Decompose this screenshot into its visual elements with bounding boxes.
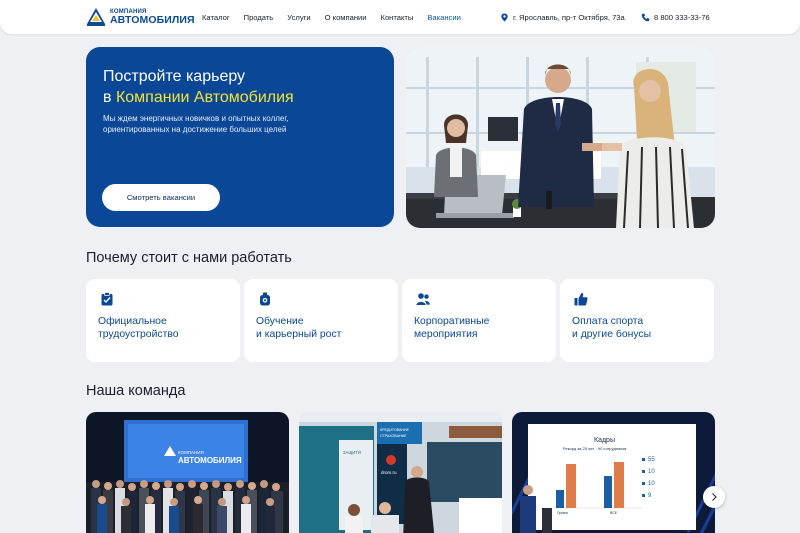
our-team-title: Наша команда xyxy=(86,383,186,399)
hero-subtitle: Мы ждем энергичных новичков и опытных ко… xyxy=(103,114,289,134)
slide-bar xyxy=(556,490,564,508)
slide-stat: 10 xyxy=(648,481,655,487)
main-nav: Каталог Продать Услуги О компании Контак… xyxy=(202,0,475,34)
slide-subtitle: Рекорд за 25 лет - 90 сотрудников xyxy=(563,446,626,451)
screen-logo-wordmark: АВТОМОБИЛИЯ xyxy=(178,456,242,465)
team-photo-office: ЗАЩИТИ КРЕДИТОВАНИЕ СТРАХОВАНИЕ drom.ru xyxy=(299,412,502,533)
why-work-with-us-title: Почему стоит с нами работать xyxy=(86,250,292,266)
logo[interactable]: КОМПАНИЯ АВТОМОБИЛИЯ xyxy=(86,6,195,28)
address-link[interactable]: г. Ярославль, пр-т Октября, 73а xyxy=(500,0,625,34)
benefit-card-official-employment: Официальное трудоустройство xyxy=(86,279,240,362)
nav-about[interactable]: О компании xyxy=(325,13,367,22)
view-vacancies-button[interactable]: Смотреть вакансии xyxy=(102,184,220,211)
benefit-label: Корпоративные мероприятия xyxy=(414,316,490,340)
phone-icon xyxy=(641,13,650,21)
nav-vacancies[interactable]: Вакансии xyxy=(427,13,460,22)
screen-logo-caption: КОМПАНИЯ xyxy=(178,450,204,455)
nav-catalog[interactable]: Каталог xyxy=(202,13,230,22)
nav-sell[interactable]: Продать xyxy=(244,13,274,22)
benefit-card-sport-bonuses: Оплата спорта и другие бонусы xyxy=(560,279,714,362)
slide-bar xyxy=(566,464,576,508)
slide-bar-label: Прием xyxy=(557,511,568,515)
booth-sign-line1: ЗАЩИТИ xyxy=(343,450,361,455)
hero-banner: Постройте карьеру в Компании Автомобилия… xyxy=(86,47,394,227)
team-office-image: ЗАЩИТИ КРЕДИТОВАНИЕ СТРАХОВАНИЕ drom.ru xyxy=(299,412,502,533)
clipboard-check-icon xyxy=(101,292,113,306)
phone-link[interactable]: 8 800 333-33-76 xyxy=(641,0,710,34)
benefit-label: Обучение и карьерный рост xyxy=(256,316,342,340)
slide-bar xyxy=(614,462,624,508)
logo-mark-icon xyxy=(87,8,105,26)
team-presentation-image: Кадры Рекорд за 25 лет - 90 сотрудников … xyxy=(512,412,715,533)
slide-stat: 10 xyxy=(648,469,655,475)
badge-icon xyxy=(260,292,270,306)
hero-title-accent: Компании Автомобилия xyxy=(115,89,294,106)
booth-sign-drom: drom.ru xyxy=(381,470,397,475)
chevron-right-icon xyxy=(712,493,717,501)
hero-office-photo xyxy=(406,47,715,228)
benefit-card-corporate-events: Корпоративные мероприятия xyxy=(402,279,556,362)
site-header: КОМПАНИЯ АВТОМОБИЛИЯ Каталог Продать Усл… xyxy=(0,0,800,34)
slide-stat: 55 xyxy=(648,457,655,463)
team-photo-group: КОМПАНИЯ АВТОМОБИЛИЯ xyxy=(86,412,289,533)
people-icon xyxy=(416,293,430,305)
location-pin-icon xyxy=(501,12,508,22)
benefit-label: Официальное трудоустройство xyxy=(98,316,179,340)
slide-bar xyxy=(604,476,612,508)
team-group-image: КОМПАНИЯ АВТОМОБИЛИЯ xyxy=(86,412,289,533)
logo-wordmark: АВТОМОБИЛИЯ xyxy=(110,13,195,26)
nav-contacts[interactable]: Контакты xyxy=(381,13,414,22)
hero-title-line1: Постройте карьеру xyxy=(103,68,246,85)
team-photo-presentation: Кадры Рекорд за 25 лет - 90 сотрудников … xyxy=(512,412,715,533)
carousel-next-button[interactable] xyxy=(703,486,725,508)
phone-text: 8 800 333-33-76 xyxy=(654,12,710,22)
booth-sign-secondary: ЗАЩИТИ xyxy=(343,450,361,455)
hero-title: Постройте карьеру в Компании Автомобилия xyxy=(103,66,383,108)
benefit-label: Оплата спорта и другие бонусы xyxy=(572,316,652,340)
slide-title: Кадры xyxy=(594,437,615,444)
thumbs-up-icon xyxy=(574,292,588,306)
office-scene-image xyxy=(406,47,715,228)
nav-services[interactable]: Услуги xyxy=(287,13,310,22)
benefit-card-training: Обучение и карьерный рост xyxy=(244,279,398,362)
hero-title-prefix: в xyxy=(103,89,116,106)
slide-bar-label: ВСЕ xyxy=(610,511,618,515)
address-text: г. Ярославль, пр-т Октября, 73а xyxy=(513,12,625,22)
